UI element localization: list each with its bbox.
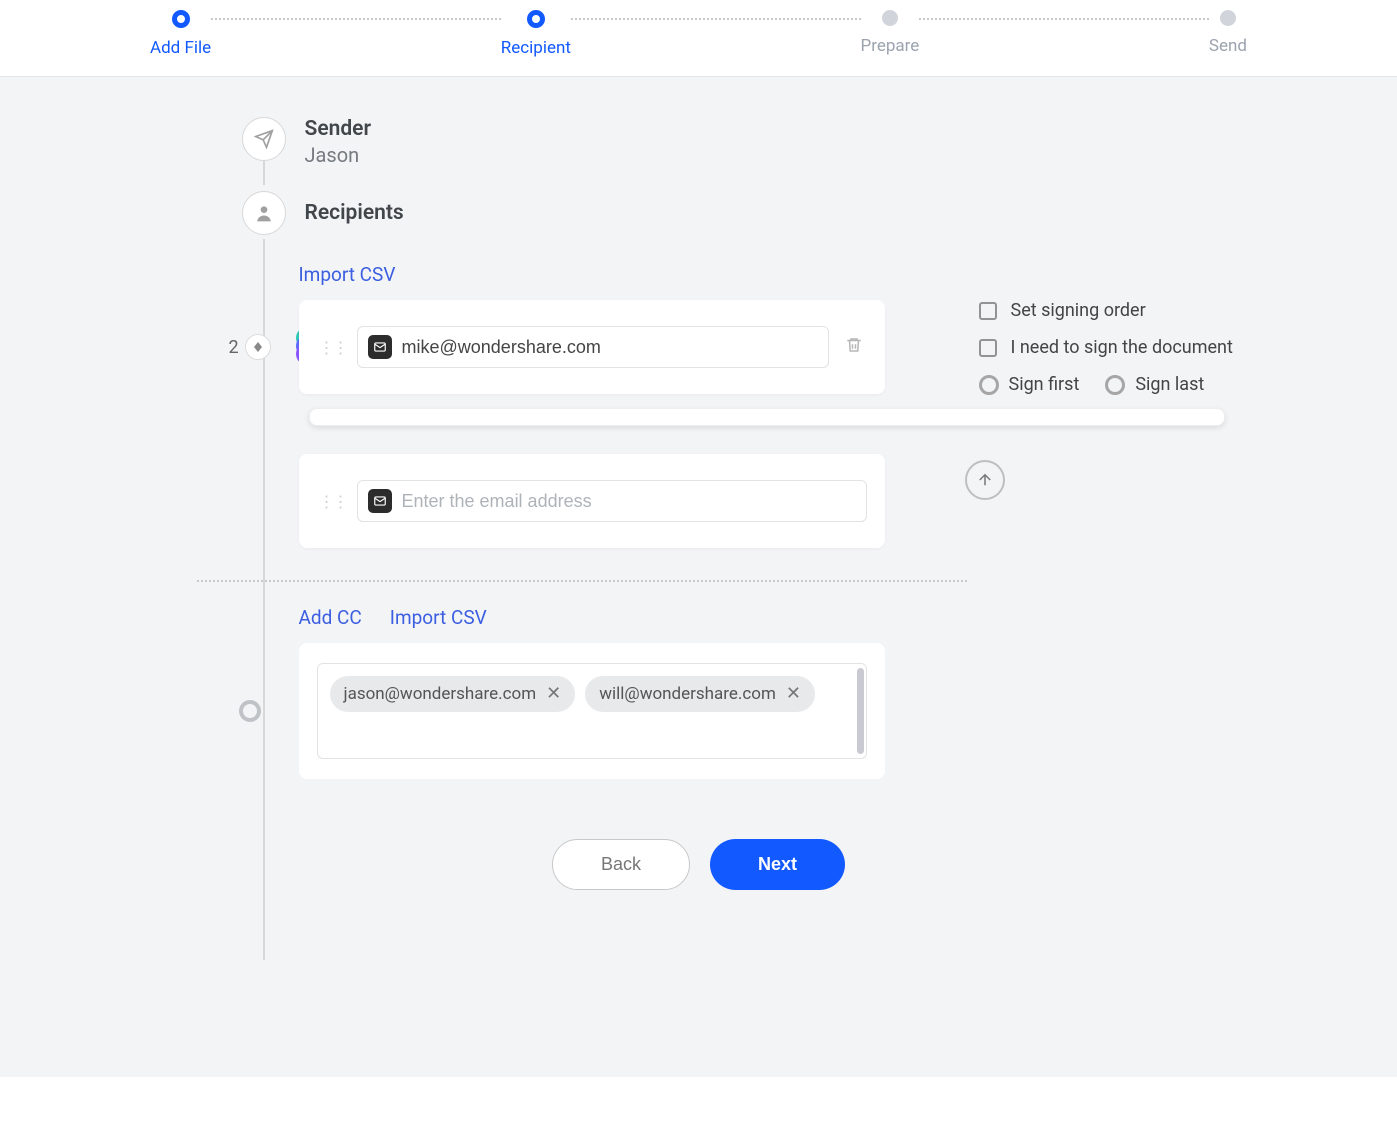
recipient-email-input[interactable] <box>402 337 818 358</box>
cc-card: jason@wondershare.com ✕ will@wondershare… <box>299 643 885 779</box>
radio[interactable] <box>1105 375 1125 395</box>
trash-icon[interactable] <box>841 331 867 363</box>
option-label: Sign last <box>1135 374 1204 395</box>
order-stepper[interactable] <box>245 334 271 360</box>
step-label: Send <box>1209 36 1247 56</box>
step-label: Add File <box>150 38 211 58</box>
option-label: Set signing order <box>1011 300 1146 321</box>
drag-handle-icon[interactable] <box>317 338 349 357</box>
footer-buttons: Back Next <box>179 839 1219 890</box>
cc-chip: will@wondershare.com ✕ <box>585 676 815 712</box>
cc-chip-label: will@wondershare.com <box>599 684 776 704</box>
checkbox[interactable] <box>979 339 997 357</box>
mail-icon <box>368 489 392 513</box>
remove-chip-icon[interactable]: ✕ <box>546 685 561 703</box>
email-field[interactable] <box>357 480 867 522</box>
back-button[interactable]: Back <box>552 839 690 890</box>
option-label: I need to sign the document <box>1011 337 1233 358</box>
step-label: Recipient <box>501 38 571 58</box>
step-label: Prepare <box>861 36 920 56</box>
step-send[interactable]: Send <box>1209 10 1247 56</box>
section-divider <box>197 580 967 582</box>
add-cc-link[interactable]: Add CC <box>299 606 362 629</box>
recipient-email-input[interactable] <box>402 491 856 512</box>
step-add-file[interactable]: Add File <box>150 10 211 58</box>
import-csv-cc-link[interactable]: Import CSV <box>390 606 487 629</box>
order-number: 2 <box>229 337 239 358</box>
step-connector <box>919 18 1209 20</box>
mail-icon <box>368 335 392 359</box>
paper-plane-icon <box>242 117 286 161</box>
step-indicator-icon <box>882 10 898 26</box>
import-csv-link[interactable]: Import CSV <box>299 263 396 286</box>
sender-title: Sender <box>305 117 1219 141</box>
sender-name: Jason <box>305 143 1219 167</box>
sign-last-option[interactable]: Sign last <box>1105 374 1204 395</box>
email-field[interactable] <box>357 326 829 368</box>
order-group-indicator: 2 <box>229 334 271 360</box>
step-indicator-icon <box>172 10 190 28</box>
sign-first-option[interactable]: Sign first <box>979 374 1080 395</box>
recipients-links: Import CSV <box>299 263 1219 286</box>
wizard-stepper: Add File Recipient Prepare Send <box>0 0 1397 77</box>
move-up-button[interactable] <box>965 460 1005 500</box>
cc-chip: jason@wondershare.com ✕ <box>330 676 576 712</box>
set-signing-order-option[interactable]: Set signing order <box>979 300 1259 321</box>
i-need-to-sign-option[interactable]: I need to sign the document <box>979 337 1259 358</box>
cc-links: Add CC Import CSV <box>299 606 1219 629</box>
step-connector <box>571 18 861 20</box>
step-indicator-icon <box>1220 10 1236 26</box>
remove-chip-icon[interactable]: ✕ <box>786 685 801 703</box>
drag-handle-icon[interactable] <box>317 492 349 511</box>
cc-node-icon <box>239 700 261 722</box>
step-recipient[interactable]: Recipient <box>501 10 571 58</box>
cc-chip-label: jason@wondershare.com <box>344 684 537 704</box>
step-prepare[interactable]: Prepare <box>861 10 920 56</box>
next-button[interactable]: Next <box>710 839 845 890</box>
step-connector <box>211 18 501 20</box>
person-icon <box>242 191 286 235</box>
radio[interactable] <box>979 375 999 395</box>
cc-chip-container[interactable]: jason@wondershare.com ✕ will@wondershare… <box>317 663 867 759</box>
checkbox[interactable] <box>979 302 997 320</box>
recipient-card <box>299 454 885 548</box>
signing-options: Set signing order I need to sign the doc… <box>979 300 1259 411</box>
option-label: Sign first <box>1009 374 1080 395</box>
step-indicator-icon <box>527 10 545 28</box>
sender-row: Sender Jason <box>239 117 1219 167</box>
recipients-header-row: Recipients <box>239 191 1219 235</box>
recipients-title: Recipients <box>305 191 1219 225</box>
recipient-card <box>299 300 885 394</box>
